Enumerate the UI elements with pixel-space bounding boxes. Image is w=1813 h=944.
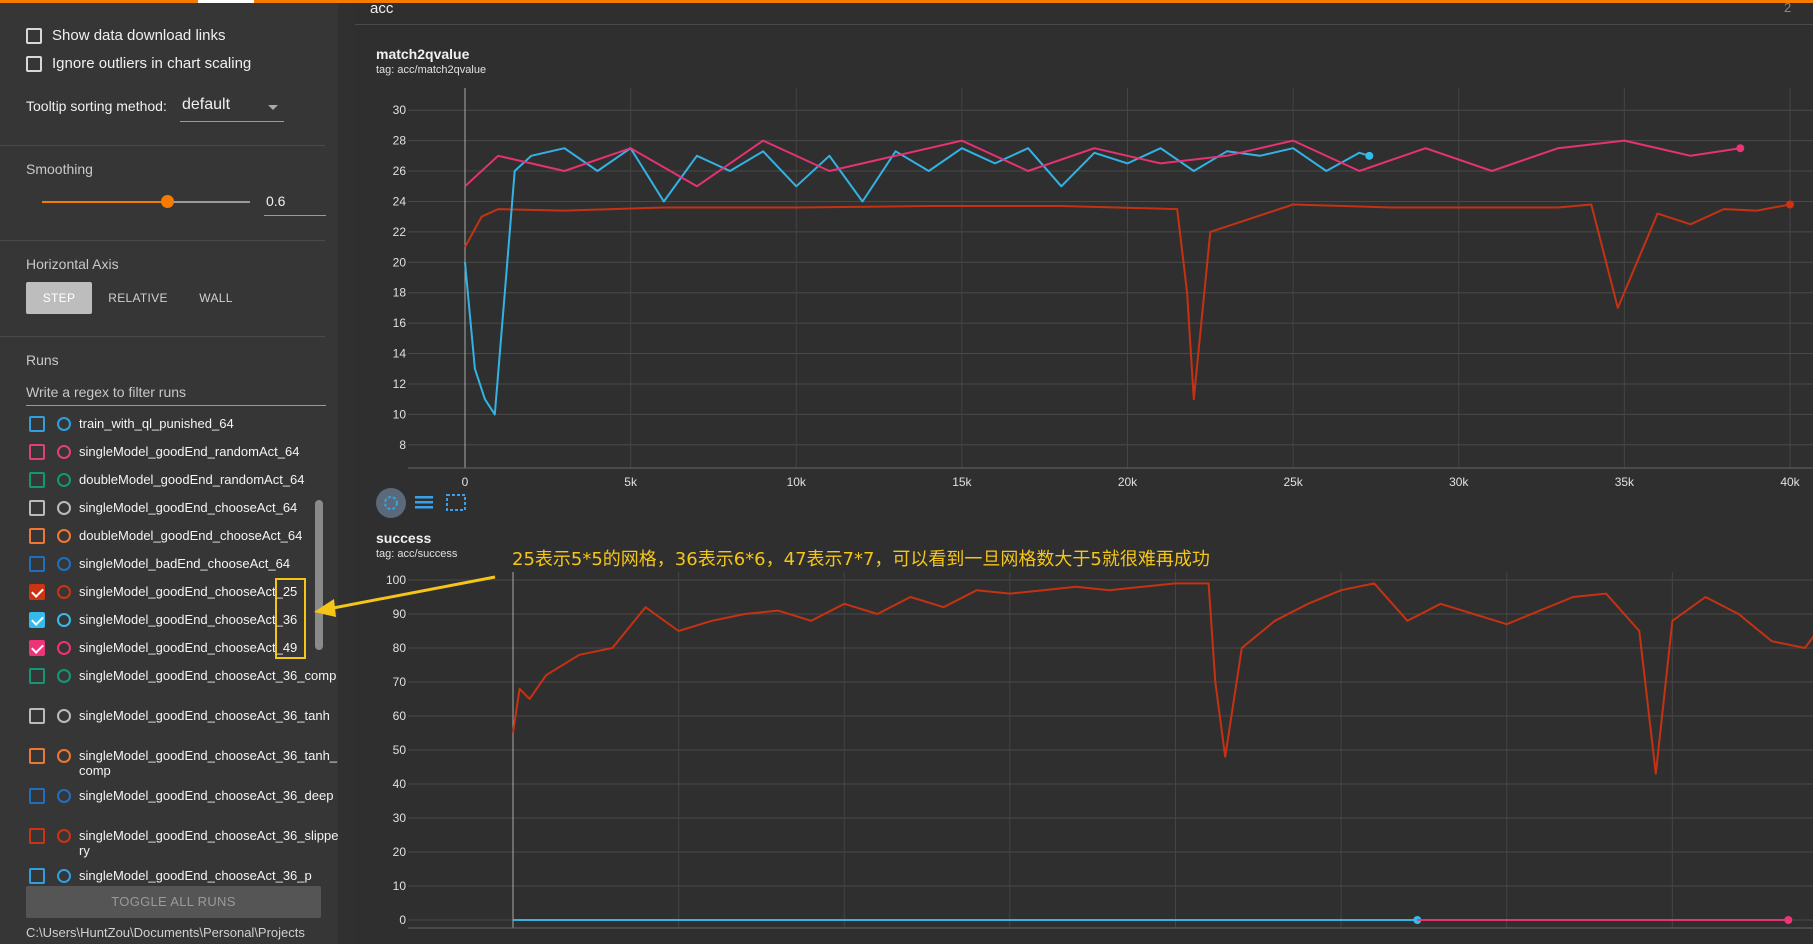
- series-line: [464, 147, 1370, 416]
- y-tick-label: 0: [399, 913, 406, 927]
- y-tick-label: 80: [393, 641, 407, 655]
- x-tick-label: 15k: [952, 475, 972, 489]
- y-tick-label: 16: [393, 316, 407, 330]
- data-table-icon[interactable]: [411, 490, 441, 520]
- annotation-arrow-icon: [314, 575, 496, 617]
- y-tick-label: 30: [393, 103, 407, 117]
- y-tick-label: 10: [393, 407, 407, 421]
- y-tick-label: 28: [393, 134, 407, 148]
- y-tick-label: 26: [393, 164, 407, 178]
- x-tick-label: 5k: [624, 475, 638, 489]
- y-tick-label: 20: [393, 845, 407, 859]
- fit-domain-icon[interactable]: [376, 488, 406, 518]
- series-end-point: [1784, 916, 1793, 924]
- y-tick-label: 12: [393, 377, 407, 391]
- series-line: [464, 139, 1741, 188]
- y-tick-label: 10: [393, 879, 407, 893]
- y-tick-label: 20: [393, 255, 407, 269]
- series-end-point: [1365, 151, 1374, 160]
- x-tick-label: 10k: [787, 475, 807, 489]
- x-tick-label: 0: [462, 475, 469, 489]
- y-tick-label: 70: [393, 675, 407, 689]
- y-tick-label: 50: [393, 743, 407, 757]
- expand-chart-icon[interactable]: [443, 490, 473, 520]
- x-tick-label: 25k: [1283, 475, 1303, 489]
- x-tick-label: 40k: [1780, 475, 1800, 489]
- annotation-text: 25表示5*5的网格，36表示6*6，47表示7*7，可以看到一旦网格数大于5就…: [512, 549, 1210, 570]
- x-tick-label: 30k: [1449, 475, 1469, 489]
- x-tick-label: 35k: [1615, 475, 1635, 489]
- y-tick-label: 8: [399, 438, 406, 452]
- series-end-point: [1786, 200, 1794, 209]
- y-tick-label: 30: [393, 811, 407, 825]
- x-tick-label: 20k: [1118, 475, 1138, 489]
- y-tick-label: 14: [393, 347, 407, 361]
- y-tick-label: 60: [393, 709, 407, 723]
- series-end-point: [1736, 144, 1745, 153]
- y-tick-label: 18: [393, 286, 407, 300]
- charts-canvas: 8 10 12 14 16 18 20 22 24 26 28 30 0 5k 10k 15k 20k 25k 30…: [386, 88, 1813, 929]
- y-tick-label: 24: [393, 194, 407, 208]
- series-line: [512, 582, 1813, 775]
- y-tick-label: 40: [393, 777, 407, 791]
- y-tick-label: 22: [393, 225, 407, 239]
